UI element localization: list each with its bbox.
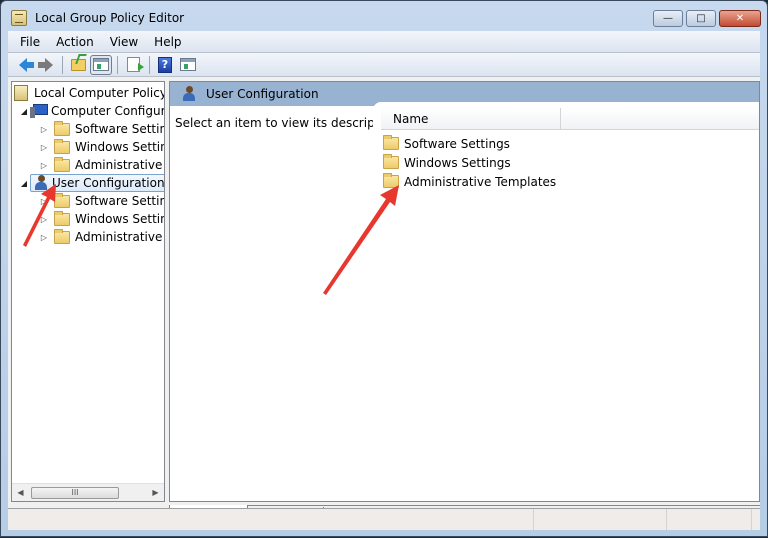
- column-header-name[interactable]: Name: [381, 108, 561, 129]
- back-button[interactable]: [12, 55, 34, 75]
- close-button[interactable]: ✕: [719, 10, 761, 27]
- expand-arrow-icon[interactable]: ▷: [38, 233, 50, 242]
- show-hide-action-pane-button[interactable]: [177, 55, 199, 75]
- list-item-label: Windows Settings: [404, 155, 511, 170]
- tree-node-user-windows-settings[interactable]: ▷ Windows Settings: [38, 210, 164, 228]
- forward-icon: [38, 57, 53, 72]
- help-icon: ?: [158, 56, 172, 73]
- tree-node-label: Windows Settings: [75, 212, 164, 226]
- policy-icon: [14, 85, 28, 101]
- folder-icon: [54, 156, 70, 172]
- folder-icon: [383, 154, 399, 169]
- tree-node-user-configuration[interactable]: ◢ User Configuration: [18, 174, 164, 192]
- expand-arrow-icon[interactable]: ▷: [38, 161, 50, 170]
- folder-icon: [54, 138, 70, 154]
- group-policy-app-icon: [11, 10, 27, 26]
- tree-node-label: Software Settings: [75, 122, 164, 136]
- scroll-track[interactable]: III: [29, 485, 147, 501]
- list-item-label: Administrative Templates: [404, 174, 557, 189]
- up-one-level-button[interactable]: [67, 55, 89, 75]
- tree-node-user-software-settings[interactable]: ▷ Software Settings: [38, 192, 164, 210]
- export-list-icon: [126, 57, 144, 72]
- help-button[interactable]: ?: [154, 55, 176, 75]
- maximize-icon: □: [696, 13, 706, 24]
- menu-view[interactable]: View: [102, 35, 146, 49]
- minimize-button[interactable]: —: [653, 10, 683, 27]
- folder-icon: [383, 135, 399, 150]
- tree-node-label: User Configuration: [52, 176, 164, 190]
- client-area: File Action View Help ? Local Computer P…: [8, 31, 760, 530]
- toolbar-separator: [62, 55, 63, 74]
- tree-node-label: Administrative Templates: [75, 158, 164, 172]
- folder-icon: [54, 228, 70, 244]
- list-header: Name: [381, 108, 759, 130]
- items-list: Name Software Settings Windows Settings …: [373, 102, 759, 501]
- folder-icon: [54, 120, 70, 136]
- scroll-thumb[interactable]: III: [31, 486, 119, 499]
- toolbar: ?: [8, 53, 760, 77]
- menu-bar: File Action View Help: [8, 31, 760, 53]
- list-item-label: Software Settings: [404, 136, 510, 151]
- collapse-arrow-icon[interactable]: ◢: [18, 179, 30, 188]
- close-icon: ✕: [735, 13, 745, 24]
- action-pane-icon: [180, 58, 196, 71]
- console-tree-icon: [93, 58, 109, 71]
- status-panel: [667, 509, 752, 530]
- maximize-button[interactable]: □: [686, 10, 716, 27]
- tree-node-computer-software-settings[interactable]: ▷ Software Settings: [38, 120, 164, 138]
- scroll-right-icon[interactable]: ▶: [147, 488, 164, 497]
- list-item[interactable]: Administrative Templates: [383, 172, 556, 191]
- status-panel: [534, 509, 667, 530]
- computer-icon: [30, 104, 48, 118]
- tree-node-label: Administrative Templates: [75, 230, 164, 244]
- tree-node-label: Computer Configuration: [51, 104, 164, 118]
- tree-node-computer-windows-settings[interactable]: ▷ Windows Settings: [38, 138, 164, 156]
- tree-node-local-computer-policy[interactable]: Local Computer Policy: [14, 84, 164, 102]
- expand-arrow-icon[interactable]: ▷: [38, 215, 50, 224]
- window-title: Local Group Policy Editor: [35, 11, 185, 25]
- menu-action[interactable]: Action: [48, 35, 102, 49]
- status-panel: [8, 509, 534, 530]
- expand-arrow-icon[interactable]: ▷: [38, 143, 50, 152]
- status-bar: [8, 508, 760, 530]
- tree-node-label: Software Settings: [75, 194, 164, 208]
- folder-icon: [54, 192, 70, 208]
- tree-node-computer-configuration[interactable]: ◢ Computer Configuration: [18, 102, 164, 120]
- tree-node-label: Windows Settings: [75, 140, 164, 154]
- user-icon: [180, 86, 196, 102]
- expand-arrow-icon[interactable]: ▷: [38, 125, 50, 134]
- folder-icon: [54, 210, 70, 226]
- export-list-button[interactable]: [122, 55, 144, 75]
- folder-icon: [383, 173, 399, 188]
- back-icon: [19, 57, 34, 72]
- forward-button[interactable]: [35, 55, 57, 75]
- list-item[interactable]: Software Settings: [383, 134, 510, 153]
- list-item[interactable]: Windows Settings: [383, 153, 511, 172]
- up-one-level-icon: [70, 58, 86, 71]
- tree-node-user-administrative-templates[interactable]: ▷ Administrative Templates: [38, 228, 164, 246]
- tree-horizontal-scrollbar[interactable]: ◀ III ▶: [12, 483, 164, 501]
- minimize-icon: —: [663, 13, 673, 24]
- expand-arrow-icon[interactable]: ▷: [38, 197, 50, 206]
- show-hide-console-tree-button[interactable]: [90, 54, 112, 75]
- menu-help[interactable]: Help: [146, 35, 189, 49]
- tree-node-label: Local Computer Policy: [34, 86, 164, 100]
- toolbar-separator: [149, 55, 150, 74]
- tree-node-computer-administrative-templates[interactable]: ▷ Administrative Templates: [38, 156, 164, 174]
- item-description: Select an item to view its description.: [175, 116, 402, 130]
- user-icon: [32, 175, 48, 191]
- menu-file[interactable]: File: [8, 35, 48, 49]
- console-tree-pane: Local Computer Policy ◢ Computer Configu…: [11, 81, 165, 502]
- title-bar: Local Group Policy Editor — □ ✕: [7, 5, 761, 31]
- toolbar-separator: [117, 55, 118, 74]
- console-tree: Local Computer Policy ◢ Computer Configu…: [12, 82, 164, 484]
- collapse-arrow-icon[interactable]: ◢: [18, 107, 30, 116]
- scroll-left-icon[interactable]: ◀: [12, 488, 29, 497]
- app-window: Local Group Policy Editor — □ ✕ File Act…: [0, 0, 768, 537]
- details-header-title: User Configuration: [206, 87, 319, 101]
- details-pane: User Configuration Select an item to vie…: [169, 81, 760, 502]
